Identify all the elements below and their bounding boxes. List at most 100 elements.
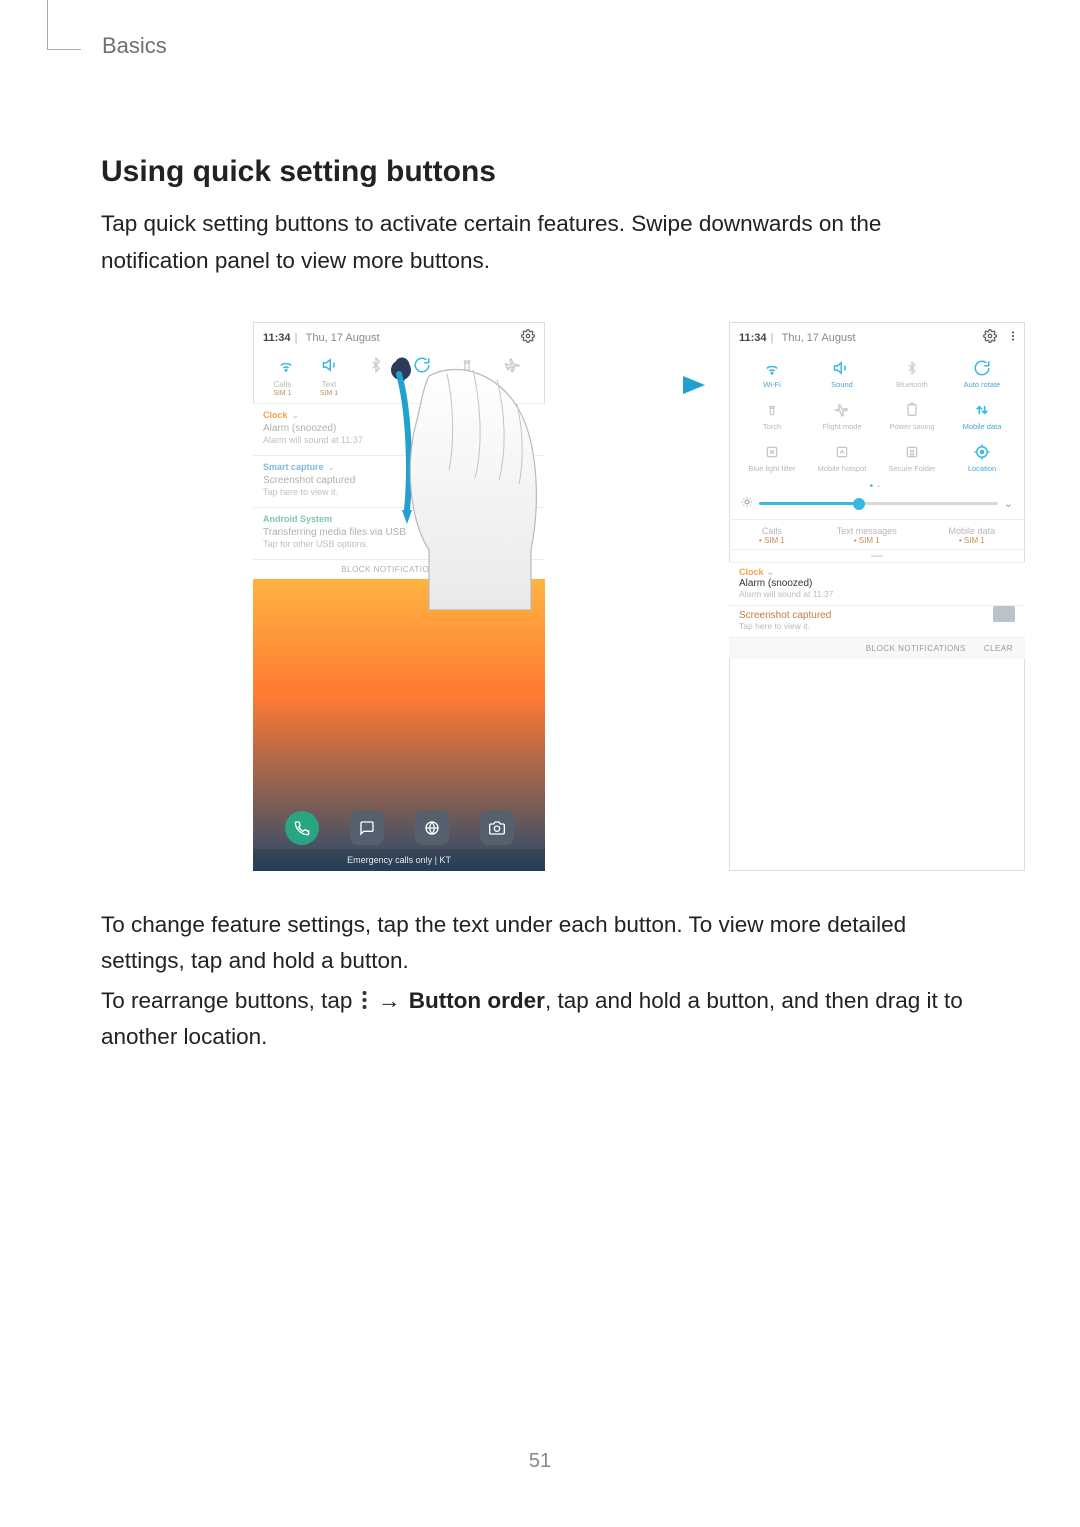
- qs-wifi-button[interactable]: Wi-Fi: [745, 357, 799, 395]
- qs-torch-button[interactable]: Torch: [745, 399, 799, 437]
- section-header: Basics: [102, 33, 167, 59]
- notification-clock[interactable]: Clock ⌄ Alarm (snoozed) Alarm will sound…: [729, 562, 1025, 605]
- torch-icon[interactable]: [457, 355, 477, 375]
- clear-button[interactable]: CLEAR: [984, 644, 1013, 653]
- qs-label: Sound: [831, 381, 853, 395]
- calls-label: Calls: [273, 380, 291, 389]
- panel-header: 11:34 | Thu, 17 August: [729, 322, 1025, 351]
- qs-label: Blue light filter: [748, 465, 795, 479]
- sim-sub: ▪ SIM 1: [949, 536, 996, 545]
- more-vert-icon: [361, 990, 368, 1010]
- notification-screenshot[interactable]: Smart capture⌄ Screenshot captured Tap h…: [253, 455, 545, 507]
- qs-bt-button[interactable]: Bluetooth: [885, 357, 939, 395]
- notification-usb[interactable]: Android System Transferring media files …: [253, 507, 545, 559]
- quick-settings-panel-screenshot-right: 11:34 | Thu, 17 August Wi-Fi Sound Bluetoo…: [729, 322, 1025, 871]
- dock-row: [253, 811, 545, 845]
- bt-icon: [905, 357, 919, 379]
- sound-icon[interactable]: [321, 355, 341, 375]
- arrow-text: →: [378, 988, 401, 1013]
- swipe-arrow-icon: [567, 370, 707, 405]
- mobile-data-label: Mobile data: [448, 380, 489, 389]
- notif-app: Android System: [263, 514, 332, 524]
- home-screen-backdrop: Emergency calls only | KT: [253, 579, 545, 871]
- plane-icon: [834, 399, 850, 421]
- sim-label: SIM 1: [259, 390, 306, 398]
- qs-label: Wi-Fi: [763, 381, 781, 395]
- block-notifications-label[interactable]: BLOCK NOTIFICATIONS ⌄: [253, 559, 545, 579]
- camera-icon[interactable]: [480, 811, 514, 845]
- brightness-slider[interactable]: [759, 502, 998, 505]
- sim-cell[interactable]: Mobile data▪ SIM 1: [949, 526, 996, 545]
- quick-settings-grid: Wi-Fi Sound Bluetooth Auto rotate Torch Fligh…: [729, 351, 1025, 481]
- notif-title: Transferring media files via USB: [263, 527, 535, 538]
- notification-clock[interactable]: Clock⌄ Alarm (snoozed) Alarm will sound …: [253, 403, 545, 455]
- date-label: Thu, 17 August: [306, 332, 380, 344]
- rearrange-text-a: To rearrange buttons, tap: [101, 988, 359, 1013]
- qs-power-button[interactable]: Power saving: [885, 399, 939, 437]
- time-label: 11:34: [739, 332, 767, 344]
- sim-row: Calls▪ SIM 1Text messages▪ SIM 1Mobile d…: [729, 520, 1025, 550]
- notif-title: Screenshot captured: [263, 475, 535, 486]
- sim-cell[interactable]: Calls▪ SIM 1: [759, 526, 785, 545]
- qs-updown-button[interactable]: Mobile data: [955, 399, 1009, 437]
- phone-icon[interactable]: [285, 811, 319, 845]
- qs-rotate-button[interactable]: Auto rotate: [955, 357, 1009, 395]
- block-notifications-button[interactable]: BLOCK NOTIFICATIONS: [866, 644, 966, 653]
- sim-title: Text messages: [837, 526, 897, 536]
- wifi-icon: [763, 357, 781, 379]
- screenshot-thumbnail: [993, 606, 1015, 622]
- qs-label: Torch: [763, 423, 781, 437]
- power-icon: [904, 399, 920, 421]
- sim-cell[interactable]: Text messages▪ SIM 1: [837, 526, 897, 545]
- chevron-down-icon[interactable]: ⌄: [1004, 497, 1013, 510]
- notif-title: Screenshot captured: [739, 610, 1015, 621]
- chevron-down-icon: ⌄: [292, 410, 300, 420]
- gear-icon[interactable]: [521, 329, 535, 346]
- gear-icon[interactable]: [983, 329, 997, 346]
- sim-label: SIM 1: [306, 390, 353, 398]
- qs-sq3-button[interactable]: Secure Folder: [885, 441, 939, 479]
- drag-handle-icon[interactable]: —: [729, 548, 1025, 562]
- qs-sq2-button[interactable]: Mobile hotspot: [815, 441, 869, 479]
- text-label: Text: [322, 380, 337, 389]
- qs-loc-button[interactable]: Location: [955, 441, 1009, 479]
- qs-sound-button[interactable]: Sound: [815, 357, 869, 395]
- sim-title: Mobile data: [949, 526, 996, 536]
- brightness-slider-row[interactable]: ⌄: [729, 494, 1025, 520]
- button-order-label: Button order: [409, 988, 545, 1013]
- qs-label: Mobile hotspot: [818, 465, 867, 479]
- torch-icon: [765, 399, 779, 421]
- notif-app: Clock: [739, 567, 764, 577]
- rearrange-paragraph: To rearrange buttons, tap → Button order…: [101, 983, 980, 1055]
- sq2-icon: [834, 441, 850, 463]
- corner-frame: [47, 0, 81, 50]
- loc-icon: [973, 441, 991, 463]
- qs-label: Flight mode: [822, 423, 861, 437]
- notif-subtitle: Tap here to view it.: [263, 487, 535, 497]
- rotate-icon: [973, 357, 991, 379]
- qs-sq-button[interactable]: Blue light filter: [745, 441, 799, 479]
- messages-icon[interactable]: [350, 811, 384, 845]
- qs-label: Auto rotate: [964, 381, 1001, 395]
- notification-screenshot[interactable]: Screenshot captured Tap here to view it.: [729, 605, 1025, 637]
- sim-title: Calls: [759, 526, 785, 536]
- sim-sub: ▪ SIM 1: [837, 536, 897, 545]
- notif-subtitle: Tap here to view it.: [739, 621, 1015, 631]
- rotate-icon[interactable]: [412, 355, 432, 375]
- time-label: 11:34: [263, 332, 291, 344]
- plane-icon[interactable]: [502, 355, 522, 375]
- chevron-down-icon: ⌄: [766, 567, 774, 578]
- browser-icon[interactable]: [415, 811, 449, 845]
- action-bar: BLOCK NOTIFICATIONS CLEAR: [729, 637, 1025, 659]
- page-number: 51: [0, 1450, 1080, 1473]
- notification-panel-screenshot-left: 11:34 | Thu, 17 August CallsSIM 1 TextSI…: [253, 322, 545, 871]
- notif-app: Smart capture: [263, 462, 324, 472]
- sim-sub: ▪ SIM 1: [759, 536, 785, 545]
- bluetooth-icon[interactable]: [366, 355, 386, 375]
- quick-settings-heading: Using quick setting buttons: [101, 155, 496, 189]
- qs-plane-button[interactable]: Flight mode: [815, 399, 869, 437]
- wifi-icon[interactable]: [276, 355, 296, 375]
- header-separator: |: [295, 332, 298, 344]
- qs-label: Secure Folder: [888, 465, 935, 479]
- more-vert-icon[interactable]: [1007, 329, 1019, 346]
